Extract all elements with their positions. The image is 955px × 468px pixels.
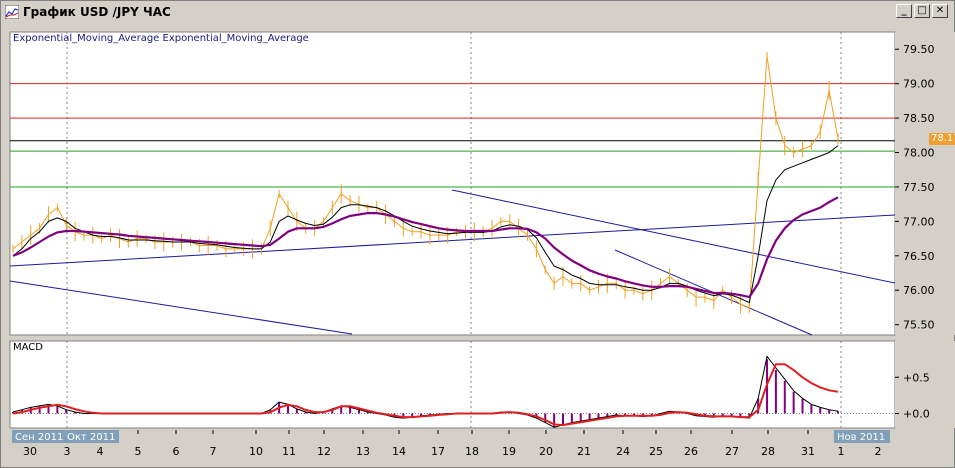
price-tick-label: 75.50 bbox=[903, 319, 935, 332]
price-tick-label: 77.00 bbox=[903, 215, 935, 228]
time-tick-label: 4 bbox=[97, 445, 104, 458]
time-tick-label: 1 bbox=[838, 445, 845, 458]
time-tick-label: 17 bbox=[431, 445, 445, 458]
macd-tick-label: +0.5 bbox=[903, 371, 930, 384]
time-tick-label: 26 bbox=[684, 445, 698, 458]
period-label: Нов 2011 bbox=[837, 432, 885, 443]
time-tick-label: 13 bbox=[356, 445, 370, 458]
time-tick-label: 10 bbox=[249, 445, 263, 458]
time-tick-label: 21 bbox=[577, 445, 591, 458]
price-tick-label: 79.50 bbox=[903, 43, 935, 56]
time-tick-label: 24 bbox=[616, 445, 630, 458]
price-chart[interactable]: 79.50 79.00 78.50 78.00 77.50 77.00 76.50 76.00… bbox=[0, 0, 955, 468]
price-tick-label: 76.50 bbox=[903, 250, 935, 263]
time-tick-label: 25 bbox=[649, 445, 663, 458]
macd-plot-area bbox=[9, 340, 896, 429]
price-tick-label: 78.00 bbox=[903, 147, 935, 160]
time-tick-label: 7 bbox=[210, 445, 217, 458]
time-tick-label: 18 bbox=[465, 445, 479, 458]
price-tick-label: 78.50 bbox=[903, 112, 935, 125]
price-tick-label: 76.00 bbox=[903, 284, 935, 297]
time-tick-label: 6 bbox=[173, 445, 180, 458]
time-tick-label: 5 bbox=[135, 445, 142, 458]
time-tick-label: 19 bbox=[502, 445, 516, 458]
macd-label: MACD bbox=[13, 342, 43, 353]
price-tick-label: 79.00 bbox=[903, 78, 935, 91]
time-tick-label: 31 bbox=[801, 445, 815, 458]
time-tick-label: 20 bbox=[539, 445, 553, 458]
time-tick-label: 27 bbox=[725, 445, 739, 458]
time-tick-label: 11 bbox=[282, 445, 296, 458]
macd-tick-label: +0.0 bbox=[903, 408, 930, 421]
time-tick-label: 3 bbox=[64, 445, 71, 458]
main-plot-area bbox=[9, 31, 896, 336]
time-tick-label: 12 bbox=[317, 445, 331, 458]
time-tick-label: 28 bbox=[761, 445, 775, 458]
time-tick-label: 14 bbox=[392, 445, 406, 458]
time-tick-label: 30 bbox=[23, 445, 37, 458]
indicator-legend: Exponential_Moving_Average Exponential_M… bbox=[13, 33, 309, 44]
period-label: Окт 2011 bbox=[67, 432, 115, 443]
current-price-tag: 78.17 bbox=[929, 133, 955, 145]
time-tick-label: 2 bbox=[875, 445, 882, 458]
price-tick-label: 77.50 bbox=[903, 181, 935, 194]
period-label: Сен 2011 bbox=[15, 432, 63, 443]
